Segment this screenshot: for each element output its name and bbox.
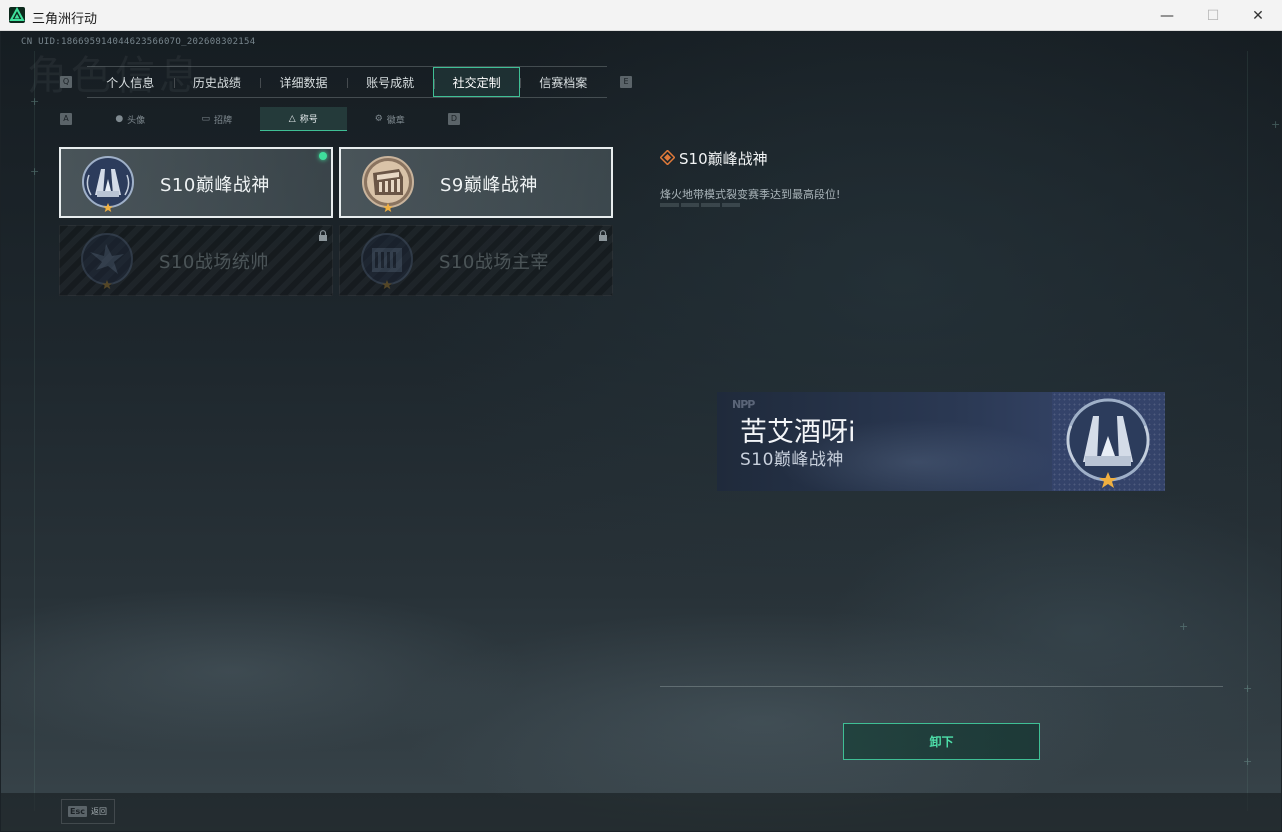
window-titlebar: 三角洲行动 — ☐ ✕ <box>0 0 1282 31</box>
title-name: S10战场主宰 <box>439 252 549 273</box>
tab-profile-archive[interactable]: 信赛档案 <box>519 67 607 97</box>
subtab-signboard[interactable]: ▭ 招牌 <box>174 107 261 131</box>
triangle-icon: △ <box>288 113 296 124</box>
person-icon: ● <box>115 114 124 124</box>
crosshair-mark: + <box>1271 118 1281 131</box>
app-logo-icon <box>9 7 25 23</box>
crosshair-mark: + <box>1243 755 1253 768</box>
close-button[interactable]: ✕ <box>1235 0 1281 31</box>
title-emblem-icon <box>361 233 413 289</box>
prev-tab-key-hint[interactable]: Q <box>60 76 72 88</box>
tab-detailed-data[interactable]: 详细数据 <box>260 67 347 97</box>
subtab-label: 称号 <box>299 115 318 125</box>
title-card-s10-battlefield-marshal[interactable]: S10战场统帅 <box>59 225 333 296</box>
subtab-label: 徽章 <box>386 115 405 126</box>
badge-icon: ⚙ <box>374 114 383 124</box>
tab-social-customization[interactable]: 社交定制 <box>433 67 520 97</box>
player-name: 苦艾酒呀i <box>740 417 856 448</box>
lock-icon <box>319 230 327 241</box>
title-card-s9-peak-god[interactable]: S9巅峰战神 <box>339 147 613 218</box>
nameplate-preview: NPP 苦艾酒呀i S10巅峰战神 <box>717 392 1165 491</box>
section-divider <box>660 686 1223 687</box>
tab-achievements[interactable]: 账号成就 <box>346 67 434 97</box>
equipped-indicator-icon <box>319 152 327 160</box>
description-decoration <box>660 203 740 207</box>
sub-tabs: ● 头像 ▭ 招牌 △ 称号 ⚙ 徽章 <box>87 107 433 131</box>
tab-personal-info[interactable]: 个人信息 <box>87 67 174 97</box>
title-card-s10-peak-god[interactable]: S10巅峰战神 <box>59 147 333 218</box>
detail-title: S10巅峰战神 <box>679 150 768 168</box>
next-tab-key-hint[interactable]: E <box>620 76 632 88</box>
title-emblem-icon <box>1066 398 1150 488</box>
subtab-avatar[interactable]: ● 头像 <box>87 107 174 131</box>
next-subtab-key-hint[interactable]: D <box>448 113 460 125</box>
back-button[interactable]: Esc 返回 <box>61 799 115 824</box>
esc-key-hint: Esc <box>68 806 87 817</box>
subtab-badge[interactable]: ⚙ 徽章 <box>347 107 434 131</box>
back-label: 返回 <box>90 807 107 816</box>
unequip-button[interactable]: 卸下 <box>843 723 1040 760</box>
crosshair-mark: + <box>1243 682 1253 695</box>
game-viewport: 角色信息 CN UID:18669591404462356607O_202608… <box>1 31 1281 831</box>
grid-line <box>1247 51 1248 811</box>
crosshair-mark: + <box>1179 620 1189 633</box>
lock-icon <box>599 230 607 241</box>
subtab-title[interactable]: △ 称号 <box>260 107 347 131</box>
player-uid: CN UID:18669591404462356607O_20260830215… <box>21 37 256 47</box>
main-tabs: 个人信息 历史战绩 详细数据 账号成就 社交定制 信赛档案 <box>87 66 607 98</box>
detail-description: 烽火地带模式裂变赛季达到最高段位! <box>660 188 841 201</box>
window-title: 三角洲行动 <box>32 12 98 27</box>
title-card-s10-battlefield-dominator[interactable]: S10战场主宰 <box>339 225 613 296</box>
subtab-label: 招牌 <box>214 115 233 126</box>
tab-match-history[interactable]: 历史战绩 <box>173 67 261 97</box>
prev-subtab-key-hint[interactable]: A <box>60 113 72 125</box>
title-emblem-icon <box>81 233 133 289</box>
title-emblem-icon <box>82 156 134 212</box>
title-name: S10巅峰战神 <box>160 175 270 196</box>
title-emblem-icon <box>362 156 414 212</box>
subtab-label: 头像 <box>127 115 146 126</box>
bottom-bar <box>1 793 1281 831</box>
title-name: S9巅峰战神 <box>440 175 538 196</box>
nameplate-title: S10巅峰战神 <box>740 450 844 470</box>
crosshair-mark: + <box>30 165 40 178</box>
maximize-button[interactable]: ☐ <box>1190 0 1236 31</box>
minimize-button[interactable]: — <box>1144 0 1190 31</box>
sign-icon: ▭ <box>201 114 210 124</box>
crosshair-mark: + <box>30 95 40 108</box>
title-diamond-icon <box>660 150 675 165</box>
title-name: S10战场统帅 <box>159 252 269 273</box>
